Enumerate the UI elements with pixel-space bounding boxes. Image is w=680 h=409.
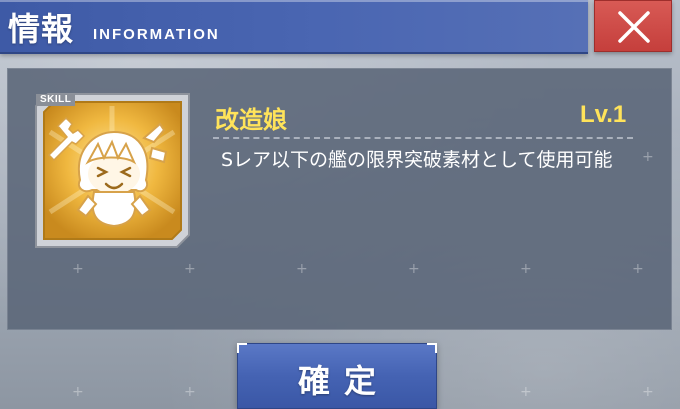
skill-tag: SKILL — [36, 94, 76, 106]
decor-plus: + — [72, 261, 84, 277]
header-title: 情報 — [8, 10, 75, 48]
wrench-chibi-icon — [35, 93, 190, 248]
close-icon — [618, 11, 650, 43]
divider — [213, 137, 633, 139]
decor-plus: + — [408, 261, 420, 277]
decor-plus: + — [632, 261, 644, 277]
decor-plus: + — [642, 149, 654, 165]
decor-plus: + — [184, 384, 196, 400]
header-subtitle: INFORMATION — [93, 26, 220, 43]
confirm-button[interactable]: 確定 — [237, 343, 437, 409]
decor-plus: + — [72, 384, 84, 400]
confirm-button-label: 確定 — [297, 362, 390, 400]
skill-level: Lv.1 — [580, 101, 627, 128]
header-bar: 情報 INFORMATION — [0, 0, 588, 54]
close-button[interactable] — [594, 0, 672, 52]
skill-description: Sレア以下の艦の限界突破素材として使用可能 — [221, 149, 613, 171]
decor-plus: + — [520, 384, 532, 400]
skill-name: 改造娘 — [215, 106, 287, 134]
decor-plus: + — [520, 261, 532, 277]
decor-plus: + — [296, 261, 308, 277]
decor-plus: + — [184, 261, 196, 277]
decor-plus: + — [642, 384, 654, 400]
